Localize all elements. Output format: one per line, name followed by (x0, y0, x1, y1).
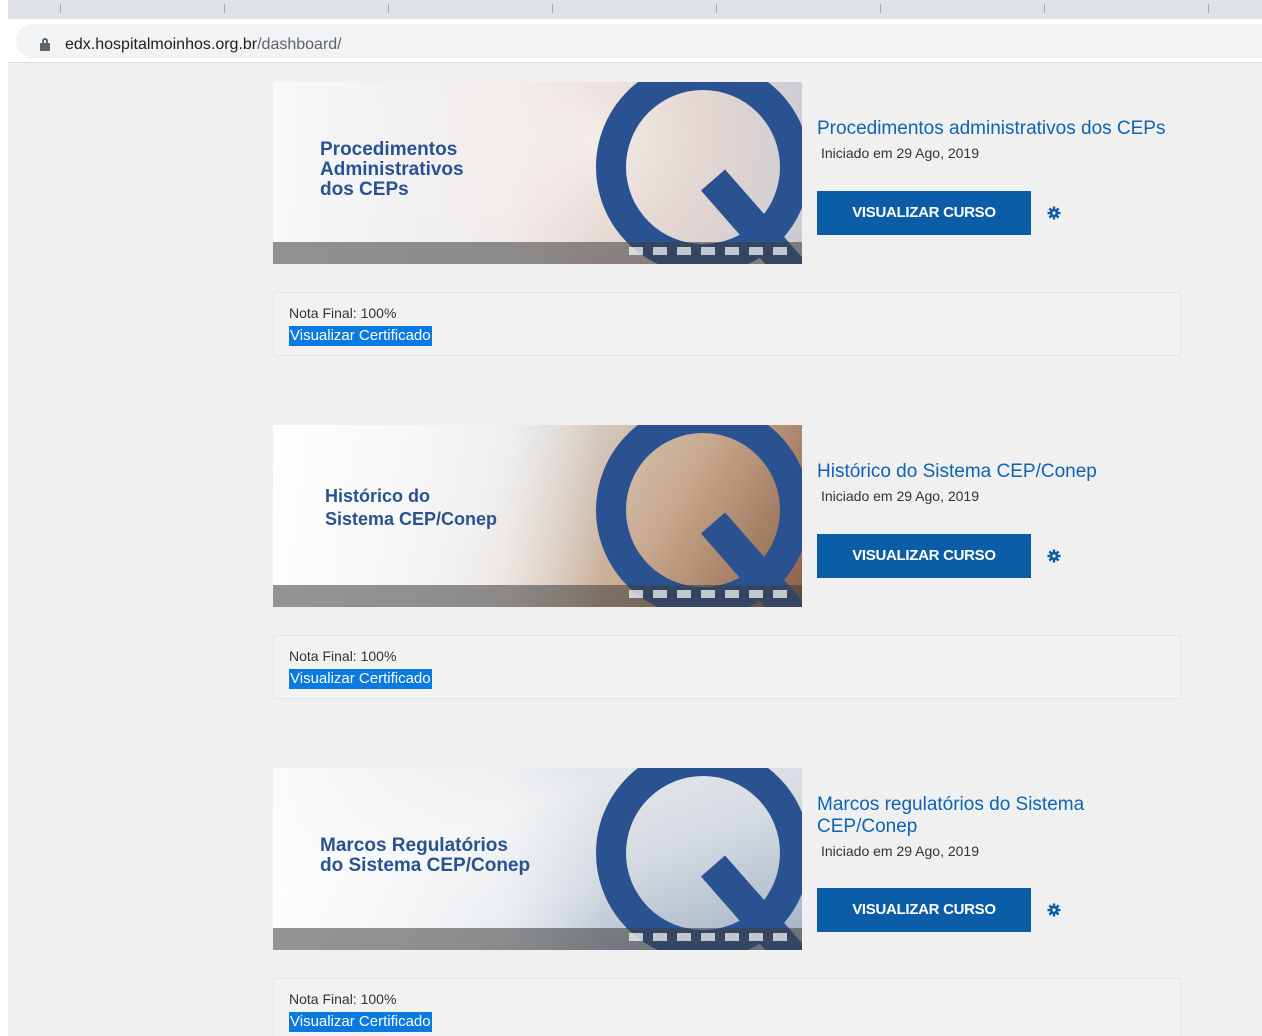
course-start-date: Iniciado em 29 Ago, 2019 (821, 145, 980, 161)
thumbnail-footer (273, 928, 802, 950)
final-grade: Nota Final: 100% (289, 991, 397, 1007)
tab-separator (1208, 4, 1209, 13)
tab-separator (60, 4, 61, 13)
tab-separator (388, 4, 389, 13)
final-grade: Nota Final: 100% (289, 305, 397, 321)
tab-separator (880, 4, 881, 13)
thumbnail-title: Procedimentos Administrativos dos CEPs (320, 139, 464, 200)
q-logo-icon (596, 768, 802, 950)
q-logo-icon (596, 425, 802, 607)
lock-icon[interactable] (40, 38, 50, 51)
course-thumbnail[interactable]: Procedimentos Administrativos dos CEPs (273, 82, 802, 264)
course-grade-panel: Nota Final: 100% Visualizar Certificado (273, 978, 1181, 1036)
gear-icon[interactable] (1047, 549, 1061, 563)
q-logo-icon (596, 82, 802, 264)
course-thumbnail[interactable]: Histórico do Sistema CEP/Conep (273, 425, 802, 607)
course-info: Histórico do Sistema CEP/Conep Iniciado … (817, 461, 1177, 504)
url-text[interactable]: edx.hospitalmoinhos.org.br/dashboard/ (65, 36, 342, 54)
tab-separator (1044, 4, 1045, 13)
view-course-button[interactable]: VISUALIZAR CURSO (817, 888, 1031, 932)
tab-separator (716, 4, 717, 13)
gear-icon[interactable] (1047, 206, 1061, 220)
tab-separator (552, 4, 553, 13)
course-title-link[interactable]: Marcos regulatórios do Sistema CEP/Conep (817, 794, 1107, 838)
course-thumbnail[interactable]: Marcos Regulatórios do Sistema CEP/Conep (273, 768, 802, 950)
course-grade-panel: Nota Final: 100% Visualizar Certificado (273, 635, 1181, 699)
thumbnail-footer (273, 585, 802, 607)
thumbnail-title: Histórico do Sistema CEP/Conep (325, 486, 498, 529)
browser-tab-strip (8, 0, 1262, 19)
course-info: Procedimentos administrativos dos CEPs I… (817, 118, 1177, 161)
omnibox[interactable]: edx.hospitalmoinhos.org.br/dashboard/ (16, 24, 1262, 58)
final-grade: Nota Final: 100% (289, 648, 397, 664)
partner-logos (624, 245, 792, 255)
gear-icon[interactable] (1047, 903, 1061, 917)
view-certificate-link[interactable]: Visualizar Certificado (289, 326, 432, 346)
view-course-button[interactable]: VISUALIZAR CURSO (817, 191, 1031, 235)
dashboard-page: Procedimentos Administrativos dos CEPs P… (8, 63, 1262, 1036)
thumbnail-footer (273, 242, 802, 264)
tab-separator (224, 4, 225, 13)
course-grade-panel: Nota Final: 100% Visualizar Certificado (273, 292, 1181, 356)
course-title-link[interactable]: Histórico do Sistema CEP/Conep (817, 461, 1177, 483)
course-title-link[interactable]: Procedimentos administrativos dos CEPs (817, 118, 1177, 140)
address-bar: edx.hospitalmoinhos.org.br/dashboard/ (8, 19, 1262, 63)
view-course-button[interactable]: VISUALIZAR CURSO (817, 534, 1031, 578)
course-info: Marcos regulatórios do Sistema CEP/Conep… (817, 794, 1107, 859)
partner-logos (624, 931, 792, 941)
course-start-date: Iniciado em 29 Ago, 2019 (821, 488, 980, 504)
url-path: /dashboard/ (257, 36, 342, 53)
view-certificate-link[interactable]: Visualizar Certificado (289, 1012, 432, 1032)
url-host: edx.hospitalmoinhos.org.br (65, 36, 258, 53)
view-certificate-link[interactable]: Visualizar Certificado (289, 669, 432, 689)
thumbnail-title: Marcos Regulatórios do Sistema CEP/Conep (320, 835, 531, 876)
partner-logos (624, 588, 792, 598)
course-start-date: Iniciado em 29 Ago, 2019 (821, 843, 980, 859)
